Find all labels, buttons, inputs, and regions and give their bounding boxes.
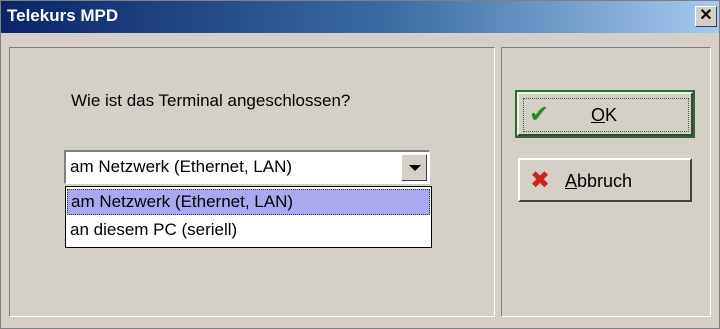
dropdown-option-serial[interactable]: an diesem PC (seriell) [67, 218, 430, 244]
ok-button[interactable]: ✔ OK [515, 90, 695, 138]
dropdown-list: am Netzwerk (Ethernet, LAN) an diesem PC… [65, 186, 432, 248]
dropdown-option-network[interactable]: am Netzwerk (Ethernet, LAN) [67, 189, 430, 215]
checkmark-icon: ✔ [529, 101, 550, 128]
cancel-button-label: Abbruch [565, 171, 633, 191]
close-button[interactable]: ✕ [695, 6, 717, 27]
x-icon: ✖ [530, 167, 551, 194]
cancel-button[interactable]: ✖ Abbruch [518, 158, 692, 202]
chevron-down-icon [409, 165, 421, 171]
dropdown-arrow-button[interactable] [401, 154, 427, 181]
combobox-selected-value: am Netzwerk (Ethernet, LAN) [70, 157, 293, 176]
question-label: Wie ist das Terminal angeschlossen? [71, 91, 351, 110]
ok-button-label: OK [591, 105, 618, 125]
window-title: Telekurs MPD [7, 6, 119, 25]
dialog-window: Telekurs MPD ✕ Wie ist das Terminal ange… [0, 0, 720, 329]
connection-combobox[interactable]: am Netzwerk (Ethernet, LAN) [64, 150, 430, 184]
close-icon: ✕ [699, 7, 713, 24]
title-bar[interactable]: Telekurs MPD ✕ [1, 1, 719, 33]
